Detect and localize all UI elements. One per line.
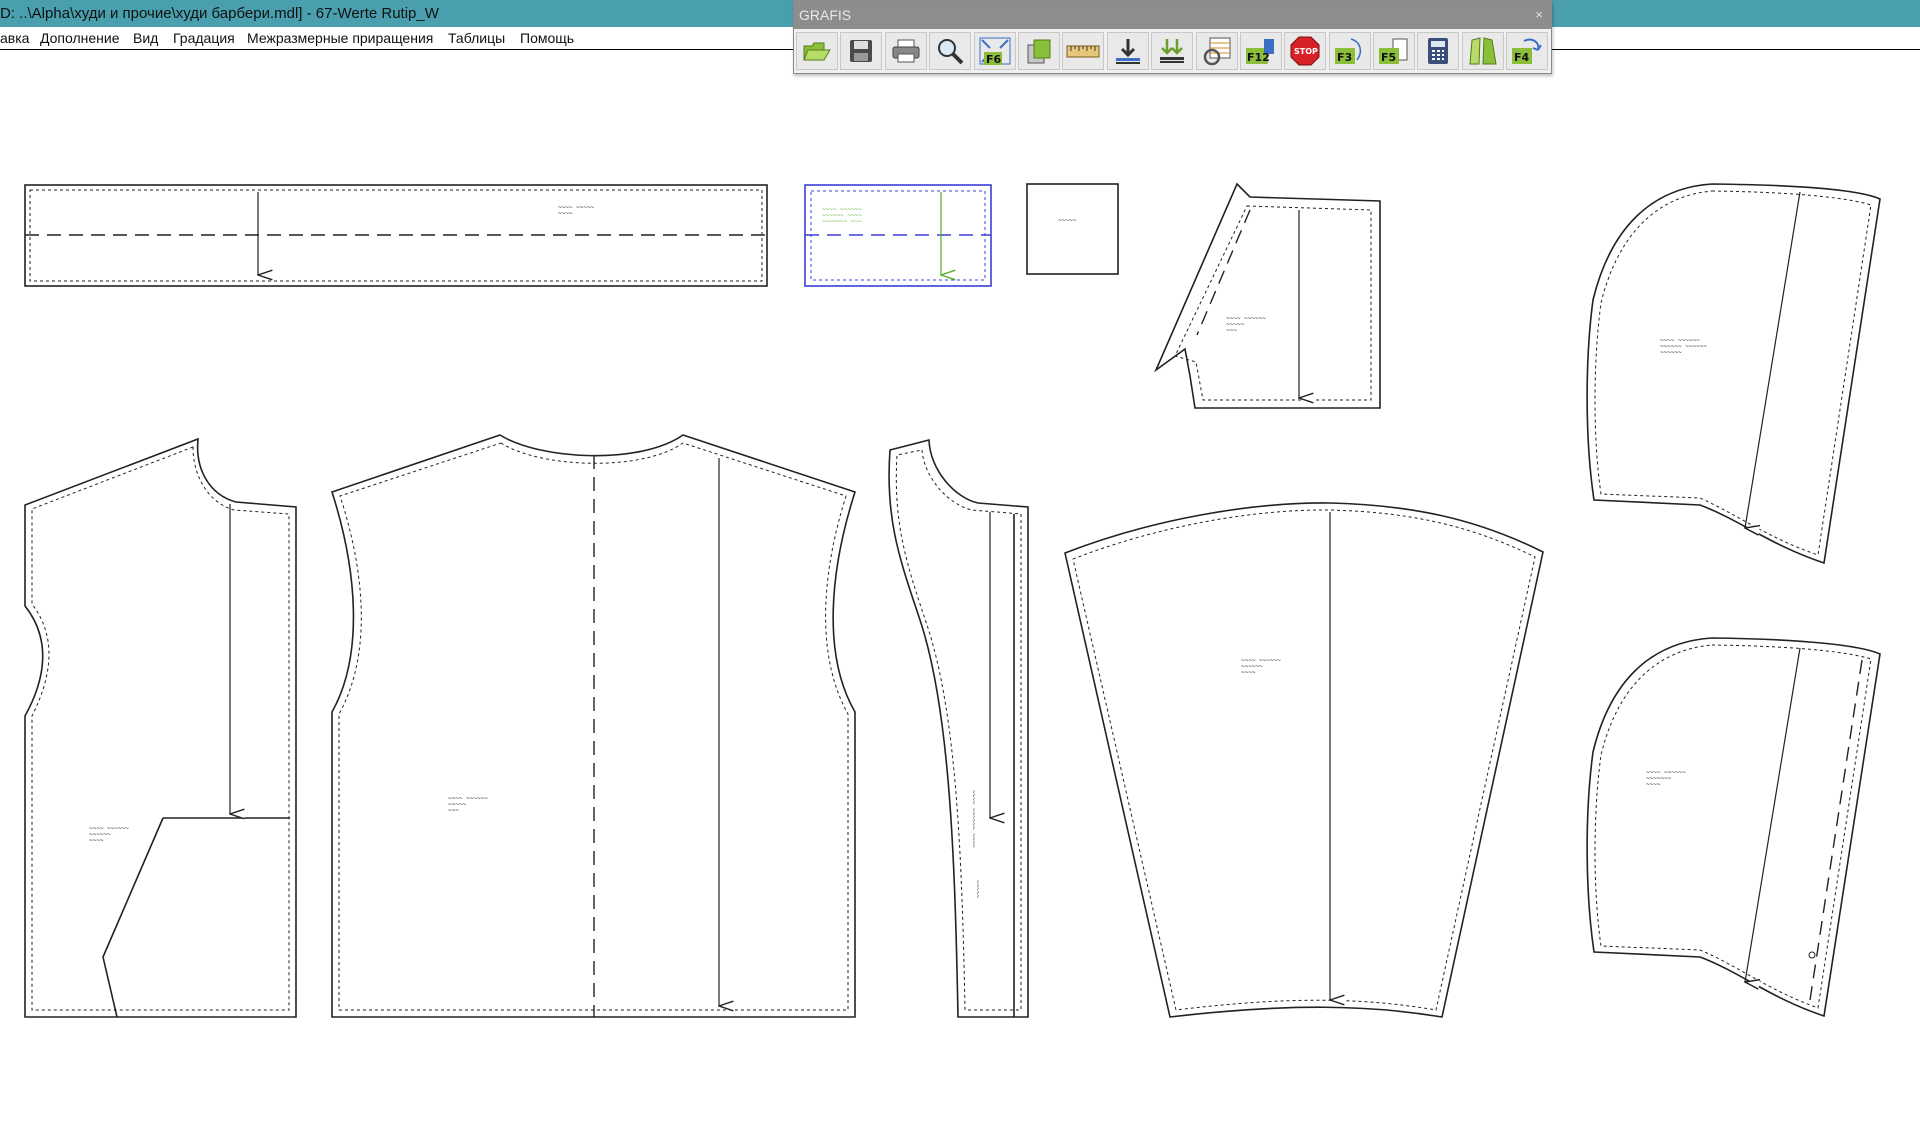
menu-item-addition[interactable]: Дополнение <box>40 27 120 49</box>
svg-text:STOP: STOP <box>1294 47 1318 56</box>
f5-icon[interactable]: F5 <box>1373 32 1416 70</box>
svg-text:~~~~~: ~~~~~ <box>1058 217 1076 224</box>
stop-icon[interactable]: STOP <box>1284 32 1327 70</box>
piece-label-square[interactable]: ~~~~~ <box>1026 183 1119 275</box>
grafis-toolbar-title: GRAFIS <box>799 7 852 23</box>
piece-back[interactable]: ~~~~ ~~~~~~ ~~~~~ ~~~ <box>330 434 857 1018</box>
window-title: D: ..\Alpha\худи и прочие\худи барбери.m… <box>0 5 439 22</box>
f12-icon[interactable]: F12 <box>1239 32 1282 70</box>
svg-text:~~~~: ~~~~ <box>558 210 573 217</box>
grafis-toolbar-window[interactable]: GRAFIS × F6 F12 STOP F3 F5 F4 <box>793 0 1552 74</box>
menu-item-increments[interactable]: Межразмерные приращения <box>247 27 433 49</box>
download-icon[interactable] <box>1106 32 1149 70</box>
svg-text:F4: F4 <box>1514 51 1530 64</box>
svg-text:~~~~: ~~~~ <box>1646 781 1661 788</box>
table-icon[interactable] <box>1195 32 1238 70</box>
piece-sleeve[interactable]: ~~~~ ~~~~~~ ~~~~~~ ~~~~ <box>1064 502 1544 1018</box>
svg-text:F6: F6 <box>986 53 1002 66</box>
piece-front-left[interactable]: ~~~~ ~~~~~~ ~~~~~~ ~~~~ <box>24 437 297 1018</box>
open-folder-icon[interactable] <box>796 32 838 70</box>
svg-text:~~~~: ~~~~ <box>1241 669 1256 676</box>
menu-item-help[interactable]: Помощь <box>520 27 574 49</box>
svg-text:F12: F12 <box>1247 51 1270 64</box>
piece-hood-bottom[interactable]: ~~~~ ~~~~~~ ~~~~~~~ ~~~~ <box>1586 637 1881 1018</box>
piece-waistband[interactable]: ~~~~ ~~~~~ ~~~~ <box>24 184 768 287</box>
svg-text:~~~~: ~~~~ <box>89 837 104 844</box>
menu-item-edit[interactable]: авка <box>0 27 29 49</box>
svg-text:~~~: ~~~ <box>1226 327 1237 334</box>
close-icon[interactable]: × <box>1535 1 1543 29</box>
piece-selected-strip[interactable]: ~~~~ ~~~~~~ ~~~~~~ ~~~~ ~~~~~~~ ~~~ <box>804 184 992 287</box>
piece-pocket[interactable]: ~~~~ ~~~~~~ ~~~~~ ~~~ <box>1154 182 1381 409</box>
svg-text:F3: F3 <box>1337 51 1352 64</box>
fit-f6-icon[interactable]: F6 <box>973 32 1016 70</box>
menu-item-tables[interactable]: Таблицы <box>448 27 505 49</box>
tool-row: F6 F12 STOP F3 F5 F4 <box>796 32 1551 70</box>
f4-icon[interactable]: F4 <box>1506 32 1549 70</box>
pattern-pieces-icon[interactable] <box>1461 32 1504 70</box>
svg-text:~~~~ ~~~~~~ ~~~~: ~~~~ ~~~~~~ ~~~~ <box>970 790 977 848</box>
svg-text:~~~~~~~ ~~~: ~~~~~~~ ~~~ <box>822 218 862 225</box>
piece-front-panel[interactable]: ~~~~ ~~~~~~ ~~~~ ~~~~~ <box>888 438 1029 1018</box>
svg-text:~~~~~: ~~~~~ <box>974 880 981 898</box>
pages-icon[interactable] <box>1017 32 1060 70</box>
menu-item-view[interactable]: Вид <box>133 27 158 49</box>
grafis-toolbar-titlebar[interactable]: GRAFIS × <box>794 1 1551 29</box>
drawing-canvas[interactable]: ~~~~ ~~~~~ ~~~~ ~~~~ ~~~~~~ ~~~~~~ ~~~~ … <box>0 50 1920 1122</box>
f3-icon[interactable]: F3 <box>1328 32 1371 70</box>
save-icon[interactable] <box>840 32 883 70</box>
calculator-icon[interactable] <box>1417 32 1460 70</box>
svg-text:~~~~~~: ~~~~~~ <box>1660 349 1682 356</box>
ruler-icon[interactable] <box>1062 32 1105 70</box>
print-icon[interactable] <box>884 32 927 70</box>
zoom-icon[interactable] <box>929 32 972 70</box>
piece-hood-top[interactable]: ~~~~ ~~~~~~ ~~~~~~ ~~~~~~ ~~~~~~ <box>1586 183 1881 565</box>
menu-item-grading[interactable]: Градация <box>173 27 235 49</box>
svg-text:F5: F5 <box>1381 51 1396 64</box>
svg-text:~~~: ~~~ <box>448 807 459 814</box>
double-download-icon[interactable] <box>1151 32 1194 70</box>
